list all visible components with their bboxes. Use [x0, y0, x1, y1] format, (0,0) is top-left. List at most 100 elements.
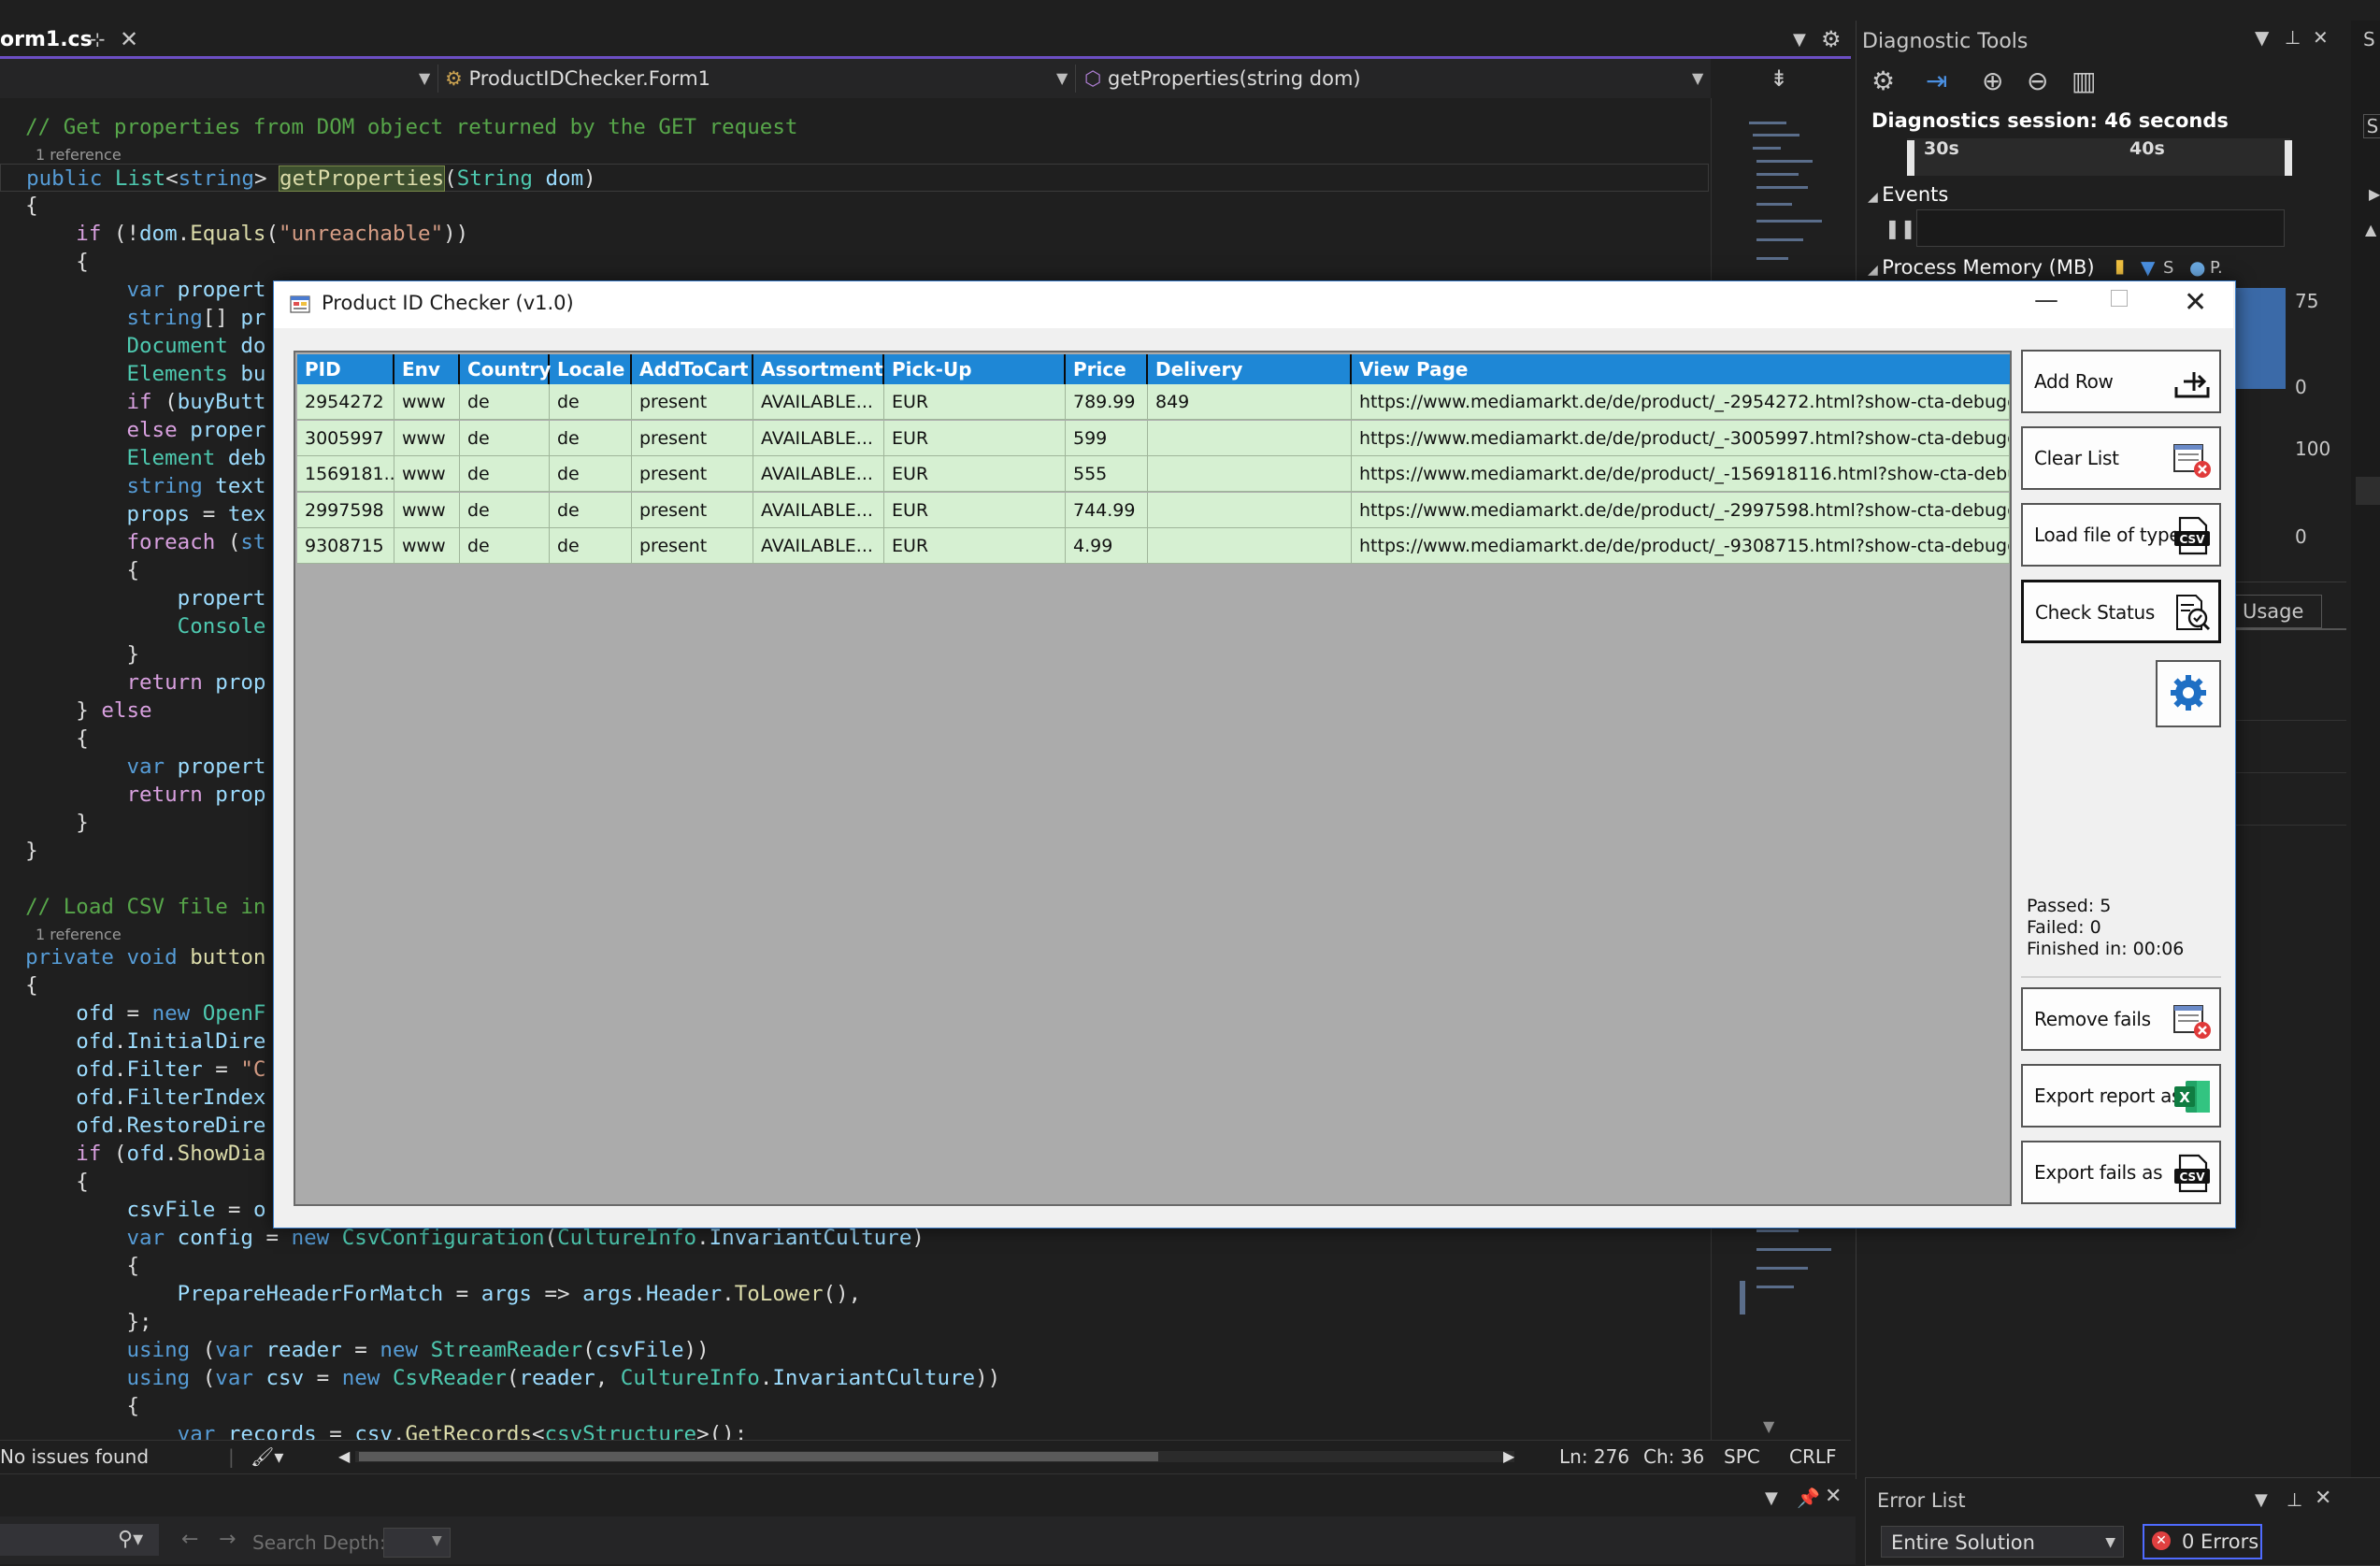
chart-icon[interactable]: ▥ [2072, 65, 2096, 96]
table-row[interactable]: 9308715 www de de present AVAILABLE... EUR 4.99… [297, 528, 2010, 564]
table-cell[interactable]: de [550, 456, 632, 492]
table-cell[interactable]: AVAILABLE... [753, 456, 884, 492]
table-cell[interactable]: EUR [884, 420, 1066, 456]
chevron-down-icon[interactable]: ▼ [1056, 65, 1068, 93]
table-cell[interactable]: 849 [1148, 384, 1352, 420]
zoom-in-icon[interactable]: ⊕ [1982, 65, 2003, 96]
table-cell[interactable]: de [550, 420, 632, 456]
export-fails-button[interactable]: Export fails as CSV [2021, 1141, 2221, 1204]
table-cell[interactable]: 599 [1066, 420, 1148, 456]
scroll-right-icon[interactable]: ▶ [1503, 1444, 1514, 1469]
close-icon[interactable]: ✕ [120, 26, 138, 52]
table-cell[interactable]: AVAILABLE... [753, 384, 884, 420]
chevron-down-icon[interactable]: ▼ [1793, 30, 1806, 50]
add-row-button[interactable]: Add Row [2021, 350, 2221, 413]
scroll-down-icon[interactable]: ▼ [1763, 1417, 1774, 1435]
table-cell[interactable]: 555 [1066, 456, 1148, 492]
chevron-down-icon[interactable]: ▼ [432, 1533, 442, 1548]
table-cell[interactable]: de [460, 492, 550, 528]
nav-class-dropdown[interactable]: ⚙ ProductIDChecker.Form1 [445, 65, 710, 93]
column-header[interactable]: View Page [1352, 354, 2010, 384]
timeline-end-handle[interactable] [2285, 140, 2292, 176]
pause-icon[interactable]: ❚❚ [1885, 217, 1916, 239]
check-status-button[interactable]: Check Status [2021, 580, 2221, 643]
table-row[interactable]: 3005997 www de de present AVAILABLE... EUR 599 h… [297, 420, 2010, 456]
product-data-grid[interactable]: PID Env Country Locale AddToCart Assortm… [294, 351, 2012, 1206]
column-header[interactable]: AddToCart [632, 354, 753, 384]
table-cell[interactable] [1148, 528, 1352, 564]
table-cell[interactable]: de [460, 420, 550, 456]
load-file-button[interactable]: Load file of type CSV [2021, 503, 2221, 567]
table-cell[interactable]: EUR [884, 492, 1066, 528]
table-cell[interactable]: de [550, 492, 632, 528]
search-icon[interactable]: ⚲▾ [118, 1528, 143, 1551]
column-number[interactable]: Ch: 36 [1643, 1444, 1704, 1469]
close-icon[interactable]: ✕ [1825, 1485, 1842, 1508]
codelens-references[interactable]: 1 reference [36, 925, 122, 945]
split-icon[interactable]: ⇟ [1770, 65, 1788, 92]
process-memory-graph[interactable] [2234, 288, 2286, 389]
table-cell[interactable]: de [550, 528, 632, 564]
issues-indicator[interactable]: No issues found [0, 1444, 149, 1469]
table-cell[interactable]: https://www.mediamarkt.de/de/product/_-2… [1352, 492, 2010, 528]
table-cell[interactable]: 4.99 [1066, 528, 1148, 564]
cpu-graph[interactable] [2234, 439, 2287, 542]
table-cell[interactable]: de [460, 384, 550, 420]
table-cell[interactable]: EUR [884, 456, 1066, 492]
tab-usage[interactable]: Usage [2225, 595, 2322, 628]
scroll-left-icon[interactable]: ◀ [338, 1444, 350, 1469]
gear-icon[interactable]: ⚙ [1821, 26, 1842, 52]
table-cell[interactable]: www [394, 492, 460, 528]
side-scroll-thumb[interactable] [2356, 477, 2380, 505]
table-cell[interactable] [1148, 456, 1352, 492]
table-cell[interactable] [1148, 492, 1352, 528]
chevron-down-icon[interactable]: ▼ [1692, 65, 1703, 93]
table-cell[interactable]: https://www.mediamarkt.de/de/product/_-1… [1352, 456, 2010, 492]
table-cell[interactable]: https://www.mediamarkt.de/de/product/_-2… [1352, 384, 2010, 420]
column-header[interactable]: Locale [550, 354, 632, 384]
pin-icon[interactable]: ⊥ [2287, 1488, 2302, 1511]
table-cell[interactable]: present [632, 456, 753, 492]
table-cell[interactable]: de [550, 384, 632, 420]
table-cell[interactable]: www [394, 384, 460, 420]
table-row[interactable]: 1569181... www de de present AVAILABLE... EUR 5… [297, 456, 2010, 492]
table-cell[interactable]: 789.99 [1066, 384, 1148, 420]
whitespace-mode[interactable]: SPC [1724, 1444, 1760, 1469]
side-tab-label[interactable]: S [2363, 114, 2380, 138]
table-row[interactable]: 2997598 www de de present AVAILABLE... EUR 744.… [297, 492, 2010, 528]
chevron-right-icon[interactable]: ▶ [2369, 185, 2380, 203]
timeline-ruler[interactable] [1907, 138, 2290, 176]
events-section-header[interactable]: ◢ Events [1868, 183, 1948, 206]
table-cell[interactable]: 2954272 [297, 384, 394, 420]
line-number[interactable]: Ln: 276 [1559, 1444, 1629, 1469]
table-cell[interactable]: AVAILABLE... [753, 528, 884, 564]
table-cell[interactable]: EUR [884, 384, 1066, 420]
forward-arrow-icon[interactable]: → [219, 1528, 236, 1551]
settings-button[interactable] [2156, 660, 2221, 727]
process-memory-header[interactable]: ◢ Process Memory (MB) [1868, 256, 2095, 279]
chevron-down-icon[interactable]: ▼ [419, 65, 430, 93]
table-cell[interactable]: AVAILABLE... [753, 492, 884, 528]
error-scope-dropdown[interactable]: Entire Solution ▼ [1881, 1526, 2124, 1558]
line-ending[interactable]: CRLF [1789, 1444, 1837, 1469]
table-cell[interactable]: AVAILABLE... [753, 420, 884, 456]
table-cell[interactable]: https://www.mediamarkt.de/de/product/_-9… [1352, 528, 2010, 564]
export-report-button[interactable]: Export report as X [2021, 1064, 2221, 1128]
table-cell[interactable]: www [394, 528, 460, 564]
close-icon[interactable]: ✕ [2315, 1487, 2331, 1510]
table-cell[interactable]: present [632, 420, 753, 456]
chevron-down-icon[interactable]: ▼ [2255, 26, 2269, 49]
table-cell[interactable]: de [460, 456, 550, 492]
table-cell[interactable]: present [632, 384, 753, 420]
zoom-out-icon[interactable]: ⊖ [2027, 65, 2048, 96]
chevron-down-icon[interactable]: ▼ [1765, 1488, 1778, 1508]
close-icon[interactable]: ✕ [2313, 26, 2329, 49]
maximize-icon[interactable] [2111, 290, 2128, 307]
column-header[interactable]: Price [1066, 354, 1148, 384]
column-header[interactable]: Delivery [1148, 354, 1352, 384]
table-cell[interactable]: 1569181... [297, 456, 394, 492]
minimize-icon[interactable]: — [2034, 286, 2058, 314]
table-cell[interactable]: EUR [884, 528, 1066, 564]
close-icon[interactable]: ✕ [2184, 286, 2207, 319]
table-cell[interactable] [1148, 420, 1352, 456]
